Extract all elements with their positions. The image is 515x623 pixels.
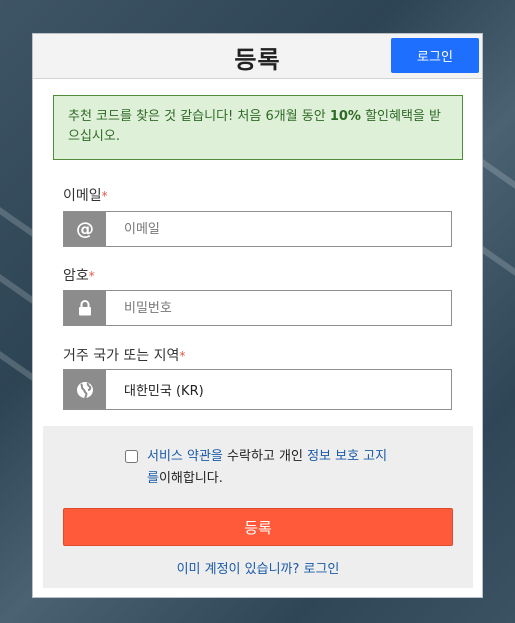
agreement-checkbox[interactable] bbox=[125, 450, 138, 463]
required-mark: * bbox=[88, 269, 95, 283]
promo-text-before: 추천 코드를 찾은 것 같습니다! 처음 6개월 동안 bbox=[68, 109, 330, 124]
card-header: 등록 로그인 bbox=[33, 34, 482, 79]
terms-link[interactable]: 서비스 약관을 bbox=[147, 449, 223, 464]
required-mark: * bbox=[101, 189, 108, 203]
required-mark: * bbox=[179, 349, 186, 363]
lock-icon bbox=[64, 291, 106, 325]
registration-card: 등록 로그인 추천 코드를 찾은 것 같습니다! 처음 6개월 동안 10% 할… bbox=[32, 33, 483, 598]
agreement: 서비스 약관을 수락하고 개인 정보 보호 고지를이해합니다. bbox=[125, 446, 395, 490]
email-field-group: @ bbox=[63, 211, 452, 247]
country-label: 거주 국가 또는 지역* bbox=[63, 348, 186, 364]
password-input[interactable] bbox=[106, 291, 451, 325]
at-icon: @ bbox=[64, 212, 106, 246]
register-button[interactable]: 등록 bbox=[63, 508, 453, 546]
promo-highlight: 10% bbox=[329, 109, 361, 124]
agreement-panel: 서비스 약관을 수락하고 개인 정보 보호 고지를이해합니다. 등록 이미 계정… bbox=[43, 426, 473, 588]
agreement-text: 서비스 약관을 수락하고 개인 정보 보호 고지를이해합니다. bbox=[147, 449, 388, 486]
password-label: 암호* bbox=[63, 268, 95, 284]
country-select[interactable]: 대한민국 (KR) bbox=[63, 369, 452, 410]
signin-link[interactable]: 이미 계정이 있습니까? 로그인 bbox=[43, 558, 473, 577]
promo-alert: 추천 코드를 찾은 것 같습니다! 처음 6개월 동안 10% 할인혜택을 받으… bbox=[53, 95, 463, 160]
email-input[interactable] bbox=[106, 212, 451, 246]
globe-icon bbox=[64, 370, 106, 409]
password-field-group bbox=[63, 290, 452, 326]
login-button[interactable]: 로그인 bbox=[391, 38, 479, 73]
country-value: 대한민국 (KR) bbox=[124, 384, 204, 399]
email-label: 이메일* bbox=[63, 188, 108, 204]
